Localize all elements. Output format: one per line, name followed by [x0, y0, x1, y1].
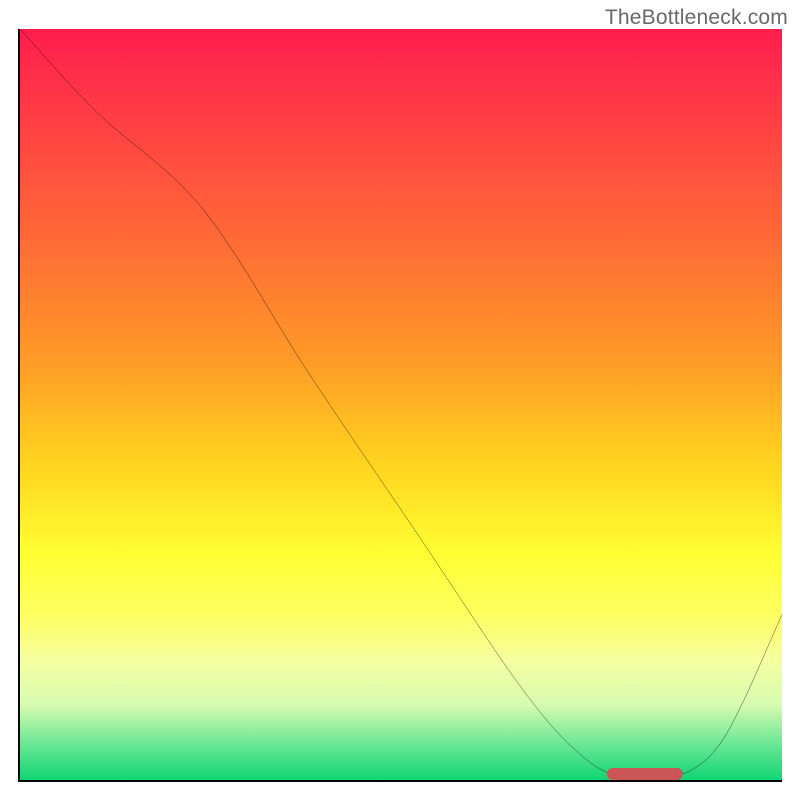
optimal-marker: [607, 768, 683, 780]
watermark-text: TheBottleneck.com: [605, 6, 788, 30]
curve-path: [20, 29, 782, 780]
plot-area: [18, 29, 782, 782]
chart-stage: TheBottleneck.com: [0, 0, 800, 800]
curve-svg: [20, 29, 782, 780]
